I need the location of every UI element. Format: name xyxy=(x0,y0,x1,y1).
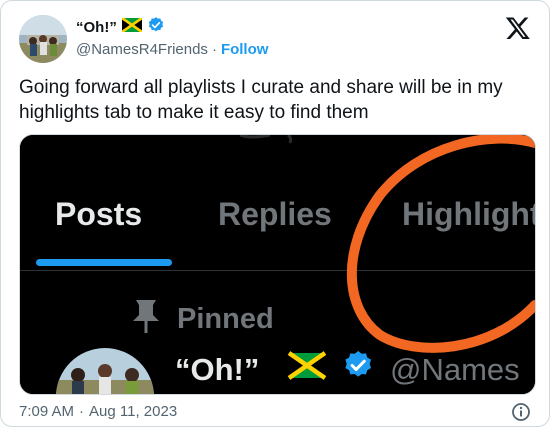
media-pinned-label: Pinned xyxy=(177,303,274,335)
x-logo-icon[interactable] xyxy=(505,15,531,41)
media-flag-icon xyxy=(287,351,327,380)
tweet-text: Going forward all playlists I curate and… xyxy=(19,77,503,123)
media-tab-replies: Replies xyxy=(218,196,332,232)
media-embedded-name: “Oh!” xyxy=(175,352,259,387)
jamaica-flag-icon xyxy=(121,16,143,37)
tweet-date[interactable]: Aug 11, 2023 xyxy=(89,403,177,420)
separator-dot: · xyxy=(211,41,217,58)
tweet-card: “Oh!” @NamesR4Friends · Follow Going for… xyxy=(0,0,550,427)
author-handle[interactable]: @NamesR4Friends xyxy=(76,41,208,58)
media-tab-highlights: Highlights xyxy=(402,196,535,232)
meta-separator: · xyxy=(79,403,85,420)
tweet-media-image[interactable]: Posts Replies Highlights Pinned “Oh!” xyxy=(19,134,536,395)
avatar[interactable] xyxy=(19,15,67,63)
author-name-row: “Oh!” xyxy=(76,16,165,38)
tweet-time[interactable]: 7:09 AM xyxy=(19,403,74,420)
media-embedded-handle: @Names xyxy=(390,352,520,387)
tweet-meta: 7:09 AM · Aug 11, 2023 xyxy=(19,403,177,420)
author-handle-row: @NamesR4Friends · Follow xyxy=(76,41,268,58)
info-icon[interactable] xyxy=(511,402,531,422)
follow-button[interactable]: Follow xyxy=(221,41,269,58)
media-tab-posts: Posts xyxy=(55,196,142,232)
verified-badge-icon xyxy=(147,16,165,39)
author-display-name[interactable]: “Oh!” xyxy=(76,19,117,36)
